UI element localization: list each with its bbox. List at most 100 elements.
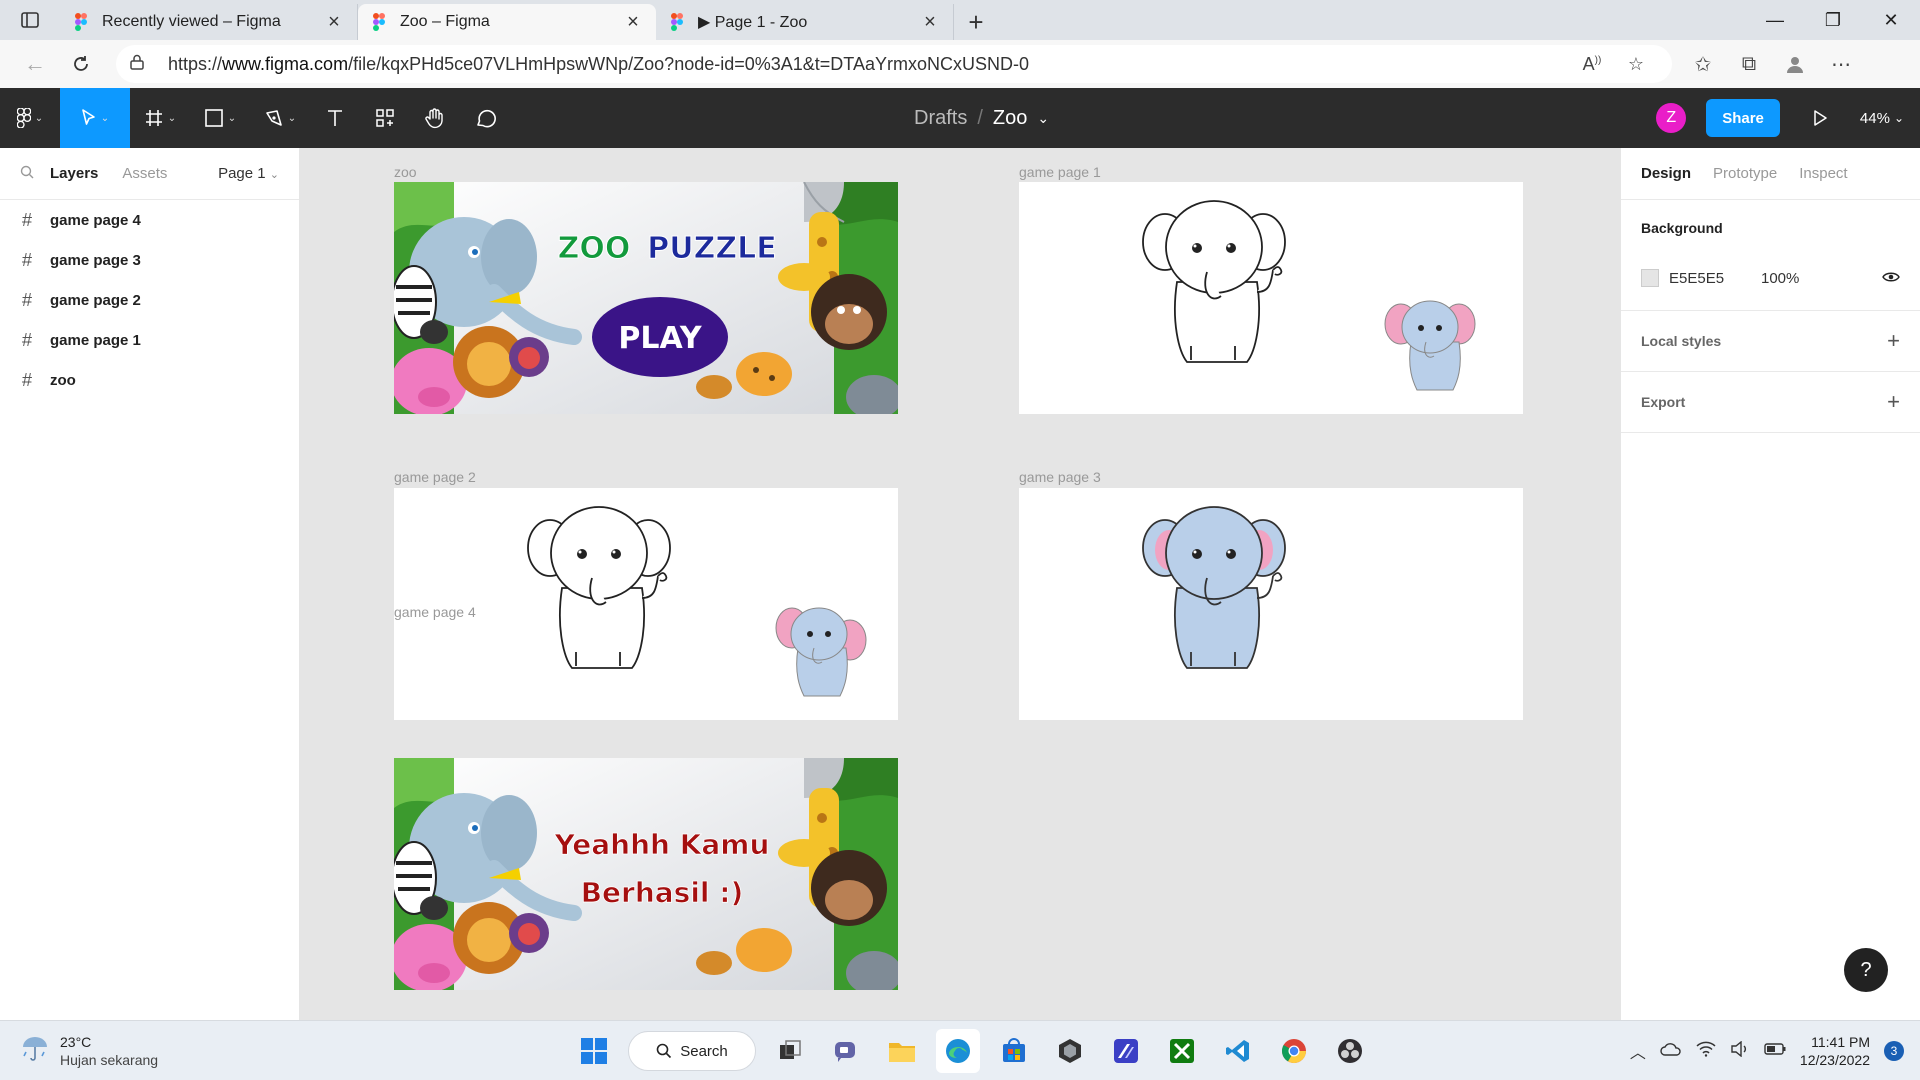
minimize-icon[interactable]: — <box>1746 0 1804 40</box>
present-button[interactable] <box>1800 110 1840 126</box>
wifi-icon[interactable] <box>1696 1041 1716 1062</box>
layer-item[interactable]: # game page 2 <box>0 280 299 320</box>
restore-icon[interactable]: ❐ <box>1804 0 1862 40</box>
frame-label[interactable]: zoo <box>394 164 417 180</box>
resources-tool-button[interactable] <box>360 88 410 148</box>
add-favorite-icon[interactable]: ☆ <box>1614 54 1658 75</box>
text-icon <box>328 110 342 126</box>
collections-icon[interactable]: ⧉ <box>1726 44 1772 84</box>
weather-widget[interactable]: 23°C Hujan sekarang <box>0 1033 260 1069</box>
search-icon[interactable] <box>20 165 50 183</box>
profile-icon[interactable] <box>1772 44 1818 84</box>
chevron-down-icon: ⌄ <box>227 112 237 124</box>
edge-browser-icon[interactable] <box>936 1029 980 1073</box>
hand-tool-button[interactable] <box>410 88 460 148</box>
taskbar-search[interactable]: Search <box>628 1031 756 1071</box>
move-tool-button[interactable]: ⌄ <box>60 88 130 148</box>
back-icon[interactable]: ← <box>12 44 58 84</box>
background-swatch[interactable] <box>1641 269 1659 287</box>
shape-tool-button[interactable]: ⌄ <box>190 88 250 148</box>
zoom-menu[interactable]: 44% ⌄ <box>1860 110 1904 127</box>
close-icon[interactable]: × <box>919 11 941 34</box>
chevron-down-icon: ⌄ <box>167 112 177 124</box>
layer-item[interactable]: # game page 4 <box>0 200 299 240</box>
xbox-icon[interactable] <box>1160 1029 1204 1073</box>
tab-prototype[interactable]: Prototype <box>1713 165 1777 182</box>
plus-icon[interactable]: + <box>1887 328 1900 354</box>
affinity-icon[interactable] <box>1104 1029 1148 1073</box>
close-icon[interactable]: × <box>622 11 644 34</box>
tab-title: Recently viewed – Figma <box>102 13 281 30</box>
eye-icon[interactable] <box>1882 270 1900 287</box>
start-button[interactable] <box>572 1029 616 1073</box>
rain-icon <box>20 1034 50 1067</box>
chevron-up-icon[interactable]: ︿ <box>1630 1039 1646 1063</box>
frame-tool-button[interactable]: ⌄ <box>130 88 190 148</box>
frame-icon <box>145 110 162 126</box>
frame-icon: # <box>22 369 33 390</box>
frame-game-page-1[interactable] <box>1019 182 1523 414</box>
layer-item[interactable]: # game page 1 <box>0 320 299 360</box>
layer-name: zoo <box>50 371 76 389</box>
frame-label[interactable]: game page 2 <box>394 469 476 485</box>
win-line-2: Berhasil :) <box>581 876 744 909</box>
play-icon <box>1814 110 1827 126</box>
windows-icon <box>581 1038 607 1064</box>
frame-zoo[interactable]: PLAY ZOO PUZZLE <box>394 182 898 414</box>
frame-label[interactable]: game page 3 <box>1019 469 1101 485</box>
refresh-icon[interactable] <box>58 44 104 84</box>
onedrive-icon[interactable] <box>1660 1042 1682 1061</box>
file-explorer-icon[interactable] <box>880 1029 924 1073</box>
obs-icon[interactable] <box>1328 1029 1372 1073</box>
share-button[interactable]: Share <box>1706 99 1780 137</box>
tab-layers[interactable]: Layers <box>50 165 98 182</box>
browser-tab-recently-viewed[interactable]: Recently viewed – Figma × <box>60 4 358 40</box>
new-tab-button[interactable]: + <box>954 4 998 40</box>
plus-icon[interactable]: + <box>1887 389 1900 415</box>
notification-badge[interactable]: 3 <box>1884 1041 1904 1061</box>
frame-label[interactable]: game page 4 <box>394 604 476 620</box>
main-menu-button[interactable]: ⌄ <box>0 88 60 148</box>
layer-item[interactable]: # zoo <box>0 360 299 400</box>
text-tool-button[interactable] <box>310 88 360 148</box>
tab-assets[interactable]: Assets <box>122 165 167 182</box>
volume-icon[interactable] <box>1730 1040 1750 1062</box>
teams-chat-icon[interactable] <box>824 1029 868 1073</box>
browser-tab-page1-zoo[interactable]: ▶ Page 1 - Zoo × <box>656 4 954 40</box>
chevron-down-icon[interactable]: ⌄ <box>1037 110 1049 127</box>
chrome-icon[interactable] <box>1272 1029 1316 1073</box>
help-button[interactable]: ? <box>1844 948 1888 992</box>
frame-label[interactable]: game page 1 <box>1019 164 1101 180</box>
close-icon[interactable]: × <box>323 11 345 34</box>
read-aloud-icon[interactable]: A)) <box>1570 54 1614 75</box>
layer-item[interactable]: # game page 3 <box>0 240 299 280</box>
tab-inspect[interactable]: Inspect <box>1799 165 1847 182</box>
task-view-icon[interactable] <box>768 1029 812 1073</box>
tab-actions-icon[interactable] <box>0 0 60 40</box>
clock[interactable]: 11:41 PM 12/23/2022 <box>1800 1033 1870 1069</box>
favorites-icon[interactable]: ✩ <box>1680 44 1726 84</box>
pen-tool-button[interactable]: ⌄ <box>250 88 310 148</box>
page-selector[interactable]: Page 1 ⌄ <box>218 165 279 182</box>
tab-design[interactable]: Design <box>1641 165 1691 182</box>
comment-tool-button[interactable] <box>460 88 510 148</box>
vscode-icon[interactable] <box>1216 1029 1260 1073</box>
drafts-link[interactable]: Drafts <box>914 107 967 130</box>
frame-game-page-4[interactable]: Yeahhh Kamu Berhasil :) <box>394 758 898 990</box>
background-opacity[interactable]: 100% <box>1761 270 1882 287</box>
unity-icon[interactable] <box>1048 1029 1092 1073</box>
more-options-icon[interactable]: ⋯ <box>1818 44 1864 84</box>
address-bar[interactable]: https://www.figma.com/file/kqxPHd5ce07VL… <box>116 45 1672 83</box>
background-hex[interactable]: E5E5E5 <box>1669 270 1761 287</box>
canvas[interactable]: zoo PLAY ZOO PUZZLE game page 1 game pag… <box>300 148 1620 1020</box>
play-button-label[interactable]: PLAY <box>618 321 702 356</box>
browser-tab-zoo-figma[interactable]: Zoo – Figma × <box>358 4 656 40</box>
search-label: Search <box>680 1042 728 1060</box>
window-close-icon[interactable]: ✕ <box>1862 0 1920 40</box>
battery-icon[interactable] <box>1764 1042 1786 1060</box>
frame-game-page-3[interactable] <box>1019 488 1523 720</box>
avatar[interactable]: Z <box>1656 103 1687 133</box>
file-name[interactable]: Zoo <box>993 107 1027 130</box>
ms-store-icon[interactable] <box>992 1029 1036 1073</box>
figma-toolbar: ⌄ ⌄ ⌄ ⌄ ⌄ Drafts / Zoo ⌄ Z Share 44% ⌄ <box>0 88 1920 148</box>
